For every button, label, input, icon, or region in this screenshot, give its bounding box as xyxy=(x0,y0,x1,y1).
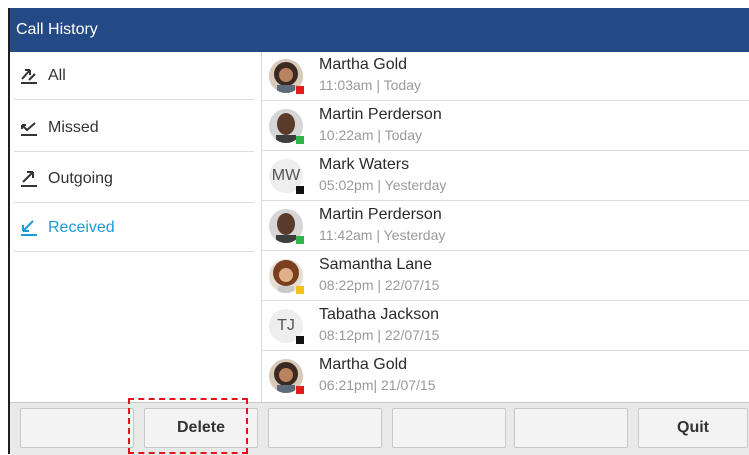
call-time: 05:02pm | Yesterday xyxy=(319,177,447,193)
presence-status-icon xyxy=(296,136,304,144)
contact-name: Martin Perderson xyxy=(319,106,442,123)
call-time: 08:12pm | 22/07/15 xyxy=(319,327,440,343)
all-calls-icon xyxy=(21,68,37,84)
call-row[interactable]: Martha Gold 11:03am | Today xyxy=(262,52,749,101)
contact-name: Samantha Lane xyxy=(319,256,432,273)
sidebar-item-label: Missed xyxy=(48,118,99,136)
call-list: Martha Gold 11:03am | Today Martin Perde… xyxy=(262,52,749,402)
sidebar-item-all[interactable]: All xyxy=(14,52,254,100)
call-row[interactable]: Martin Perderson 11:42am | Yesterday xyxy=(262,202,749,251)
sidebar-item-label: Outgoing xyxy=(48,169,113,187)
call-time: 08:22pm | 22/07/15 xyxy=(319,277,440,293)
sidebar-item-missed[interactable]: Missed xyxy=(14,104,254,152)
call-time: 06:21pm| 21/07/15 xyxy=(319,377,436,393)
softkey-bar: Delete Quit xyxy=(10,402,749,455)
sidebar-item-outgoing[interactable]: Outgoing xyxy=(14,155,254,203)
title-bar: Call History xyxy=(10,8,749,52)
call-row[interactable]: Martha Gold 06:21pm| 21/07/15 xyxy=(262,352,749,401)
contact-name: Tabatha Jackson xyxy=(319,306,440,323)
softkey-1[interactable] xyxy=(20,408,134,448)
call-row[interactable]: Martin Perderson 10:22am | Today xyxy=(262,102,749,151)
phone-screen: Call History All Missed Outgoing Receive… xyxy=(8,8,749,455)
presence-status-icon xyxy=(296,286,304,294)
presence-status-icon xyxy=(296,336,304,344)
presence-status-icon xyxy=(296,86,304,94)
contact-name: Martin Perderson xyxy=(319,206,442,223)
contact-name: Martha Gold xyxy=(319,356,408,373)
call-time: 11:42am | Yesterday xyxy=(319,227,446,243)
softkey-3[interactable] xyxy=(268,408,382,448)
delete-button[interactable]: Delete xyxy=(144,408,258,448)
presence-status-icon xyxy=(296,236,304,244)
call-time: 10:22am | Today xyxy=(319,127,423,143)
call-row[interactable]: MW Mark Waters 05:02pm | Yesterday xyxy=(262,152,749,201)
call-row[interactable]: TJ Tabatha Jackson 08:12pm | 22/07/15 xyxy=(262,302,749,351)
softkey-5[interactable] xyxy=(514,408,628,448)
call-row[interactable]: Samantha Lane 08:22pm | 22/07/15 xyxy=(262,252,749,301)
outgoing-call-icon xyxy=(21,170,37,187)
sidebar-item-label: Received xyxy=(48,218,115,236)
sidebar-item-received[interactable]: Received xyxy=(14,204,254,252)
presence-status-icon xyxy=(296,186,304,194)
missed-call-icon xyxy=(21,121,37,136)
quit-button[interactable]: Quit xyxy=(638,408,748,448)
received-call-icon xyxy=(21,219,37,236)
contact-name: Mark Waters xyxy=(319,156,410,173)
call-time: 11:03am | Today xyxy=(319,77,421,93)
page-title: Call History xyxy=(16,21,98,38)
contact-name: Martha Gold xyxy=(319,56,408,73)
sidebar-item-label: All xyxy=(48,66,66,84)
presence-status-icon xyxy=(296,386,304,394)
softkey-4[interactable] xyxy=(392,408,506,448)
filter-sidebar: All Missed Outgoing Received xyxy=(10,52,262,402)
